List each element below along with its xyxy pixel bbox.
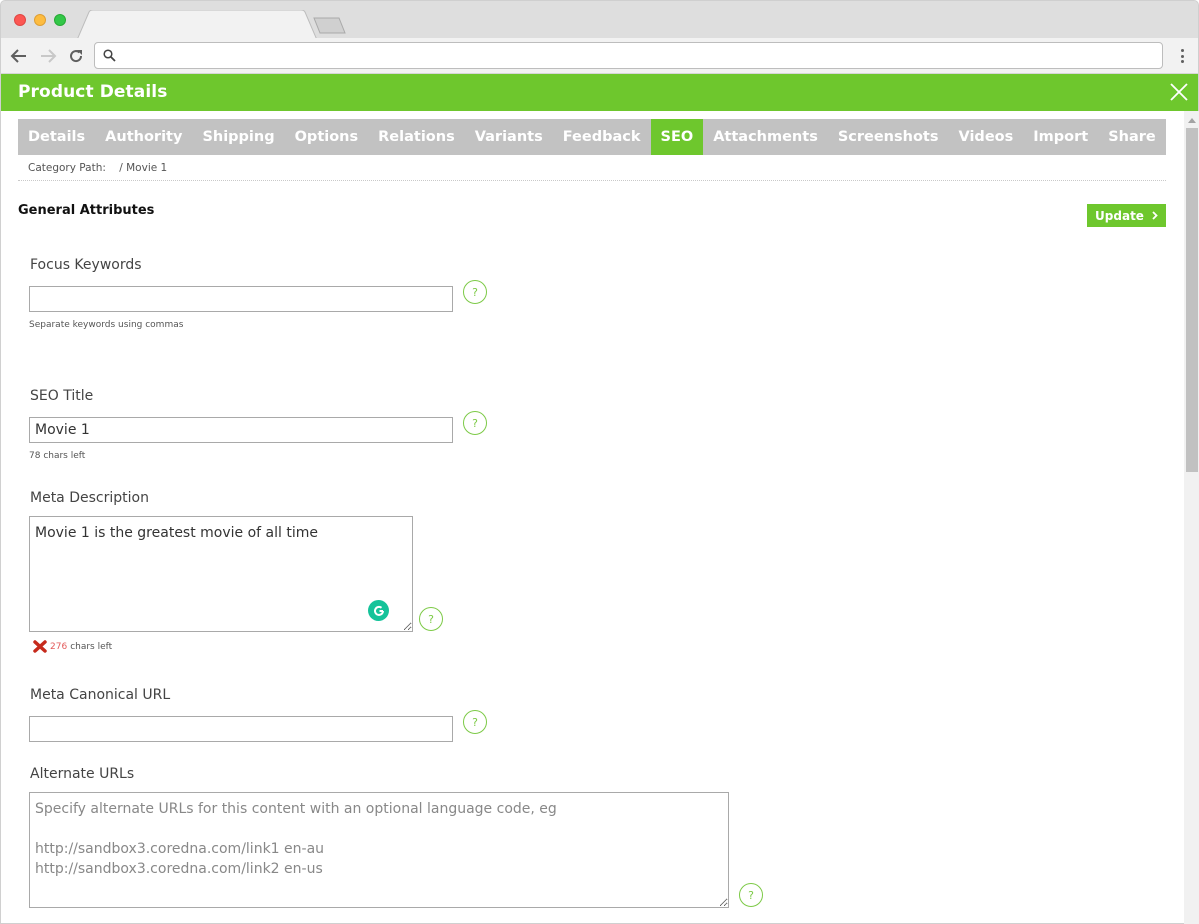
error-x-icon bbox=[33, 640, 47, 653]
seo-title-label: SEO Title bbox=[30, 388, 94, 404]
scroll-thumb[interactable] bbox=[1186, 128, 1198, 472]
alternate-urls-textarea[interactable] bbox=[29, 792, 729, 908]
back-button[interactable] bbox=[9, 46, 29, 66]
scrollbar[interactable] bbox=[1184, 111, 1199, 924]
update-label: Update bbox=[1095, 208, 1144, 223]
focus-keywords-hint: Separate keywords using commas bbox=[29, 320, 184, 330]
search-icon bbox=[103, 49, 116, 62]
product-details-panel: Product Details Details Authority Shippi… bbox=[0, 74, 1199, 924]
help-icon[interactable]: ? bbox=[739, 883, 763, 907]
tab-import[interactable]: Import bbox=[1023, 119, 1098, 155]
window-minimize-dot[interactable] bbox=[34, 14, 46, 26]
window-maximize-dot[interactable] bbox=[54, 14, 66, 26]
breadcrumb-path[interactable]: / Movie 1 bbox=[119, 162, 167, 174]
meta-description-label: Meta Description bbox=[30, 490, 149, 506]
help-icon[interactable]: ? bbox=[419, 607, 443, 631]
tab-variants[interactable]: Variants bbox=[465, 119, 553, 155]
meta-description-textarea[interactable]: Movie 1 is the greatest movie of all tim… bbox=[29, 516, 413, 632]
close-button[interactable] bbox=[1168, 81, 1190, 103]
breadcrumb: Category Path: / Movie 1 bbox=[28, 162, 167, 174]
browser-titlebar bbox=[0, 0, 1199, 40]
address-input[interactable] bbox=[123, 45, 1153, 66]
breadcrumb-label: Category Path: bbox=[28, 162, 106, 174]
seo-title-input[interactable] bbox=[29, 417, 453, 443]
tab-seo[interactable]: SEO bbox=[650, 119, 704, 155]
tab-feedback[interactable]: Feedback bbox=[553, 119, 651, 155]
kebab-dot bbox=[1180, 60, 1184, 63]
help-icon[interactable]: ? bbox=[463, 280, 487, 304]
kebab-menu-icon bbox=[1180, 49, 1184, 52]
address-bar[interactable] bbox=[94, 42, 1163, 69]
arrow-right-icon bbox=[41, 49, 57, 63]
tab-bar: Details Authority Shipping Options Relat… bbox=[18, 119, 1199, 155]
panel-header: Product Details bbox=[1, 74, 1198, 111]
focus-keywords-input[interactable] bbox=[29, 286, 453, 312]
tab-shipping[interactable]: Shipping bbox=[192, 119, 284, 155]
grammarly-icon[interactable] bbox=[368, 600, 389, 621]
tab-share[interactable]: Share bbox=[1098, 119, 1166, 155]
tab-details[interactable]: Details bbox=[18, 119, 95, 155]
divider bbox=[18, 180, 1166, 181]
reload-icon bbox=[70, 50, 83, 63]
tab-options[interactable]: Options bbox=[285, 119, 369, 155]
help-icon[interactable]: ? bbox=[463, 710, 487, 734]
close-icon bbox=[1170, 83, 1188, 101]
reload-button[interactable] bbox=[66, 46, 86, 66]
page-title: Product Details bbox=[18, 82, 168, 102]
tab-relations[interactable]: Relations bbox=[368, 119, 465, 155]
browser-toolbar bbox=[0, 38, 1199, 74]
chars-left-suffix: chars left bbox=[70, 641, 113, 652]
kebab-dot bbox=[1180, 54, 1184, 58]
tab-videos[interactable]: Videos bbox=[949, 119, 1024, 155]
browser-menu-button[interactable] bbox=[1176, 46, 1188, 66]
chevron-right-icon bbox=[1152, 211, 1158, 220]
browser-tab[interactable] bbox=[77, 10, 317, 40]
new-tab-button[interactable] bbox=[311, 17, 347, 35]
alternate-urls-label: Alternate URLs bbox=[30, 766, 135, 782]
tab-authority[interactable]: Authority bbox=[95, 119, 192, 155]
seo-title-chars-left: 78 chars left bbox=[29, 451, 86, 461]
focus-keywords-label: Focus Keywords bbox=[30, 257, 142, 273]
forward-button[interactable] bbox=[38, 46, 58, 66]
meta-description-chars-left: 276 chars left bbox=[33, 640, 112, 653]
chars-left-count: 276 bbox=[50, 641, 68, 652]
section-title: General Attributes bbox=[18, 203, 155, 218]
scroll-up-arrow-icon[interactable] bbox=[1188, 118, 1196, 123]
tab-screenshots[interactable]: Screenshots bbox=[828, 119, 949, 155]
window-close-dot[interactable] bbox=[14, 14, 26, 26]
meta-canonical-url-input[interactable] bbox=[29, 716, 453, 742]
update-button[interactable]: Update bbox=[1087, 204, 1166, 227]
help-icon[interactable]: ? bbox=[463, 411, 487, 435]
tab-attachments[interactable]: Attachments bbox=[703, 119, 828, 155]
meta-canonical-url-label: Meta Canonical URL bbox=[30, 687, 171, 703]
arrow-left-icon bbox=[10, 49, 26, 63]
